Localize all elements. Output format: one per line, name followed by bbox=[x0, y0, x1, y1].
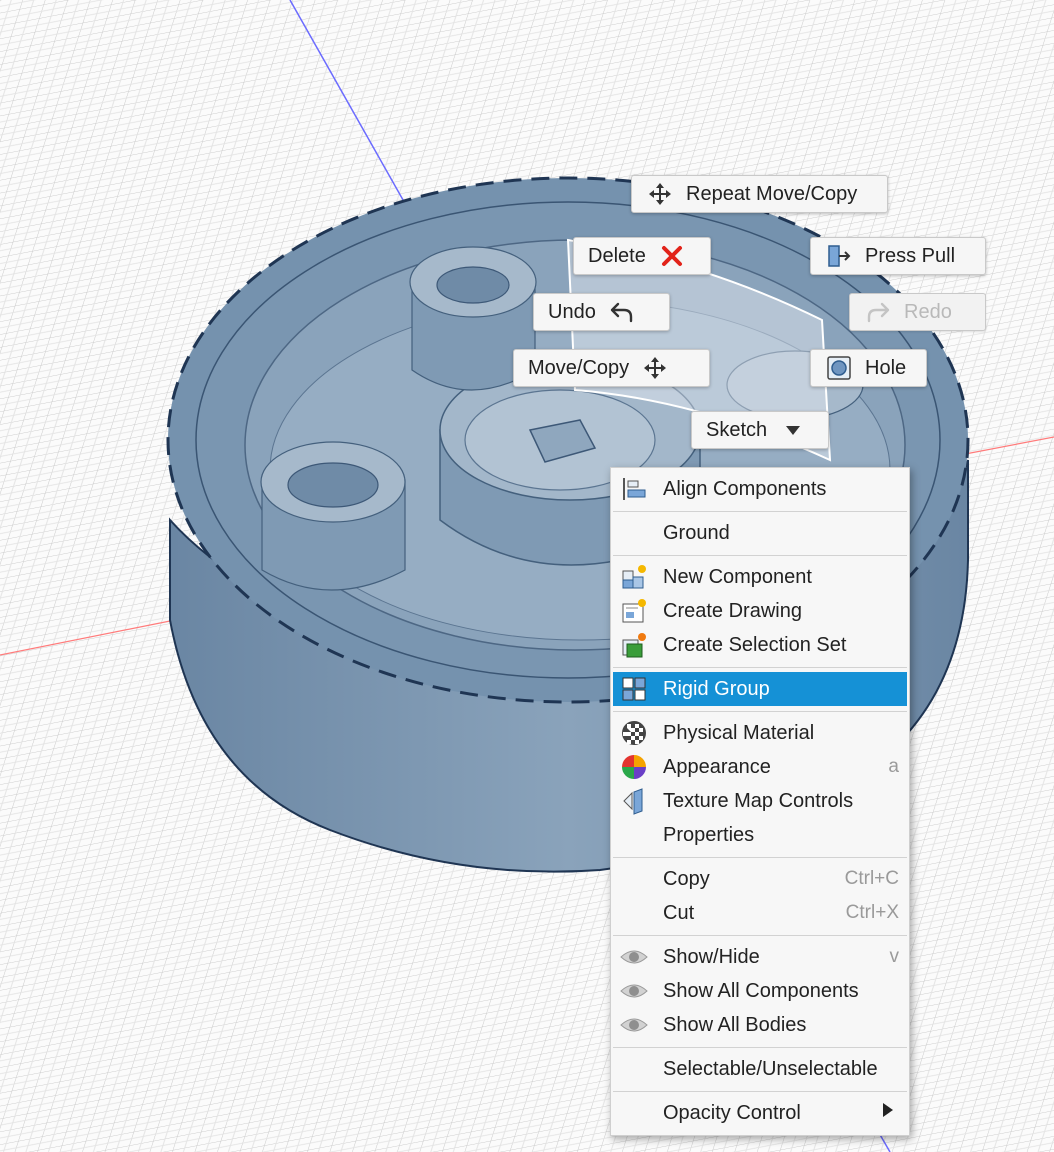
menu-separator bbox=[613, 1091, 907, 1092]
post-left-hole bbox=[287, 462, 379, 508]
menu-item-show-hide[interactable]: Show/Hide v bbox=[613, 940, 907, 974]
caret-down-icon bbox=[779, 416, 807, 444]
menu-separator bbox=[613, 1047, 907, 1048]
menu-item-appearance[interactable]: Appearance a bbox=[613, 750, 907, 784]
hole-label: Hole bbox=[865, 356, 907, 379]
redo-label: Redo bbox=[904, 300, 952, 323]
menu-item-rigid-group[interactable]: Rigid Group bbox=[613, 672, 907, 706]
menu-item-texture-map-controls[interactable]: Texture Map Controls bbox=[613, 784, 907, 818]
move-icon bbox=[641, 354, 669, 382]
rigid-group-icon bbox=[619, 675, 649, 703]
eye-icon bbox=[619, 943, 649, 971]
align-components-icon bbox=[619, 475, 649, 503]
delete-x-icon bbox=[658, 242, 686, 270]
menu-separator bbox=[613, 511, 907, 512]
press-pull-icon bbox=[825, 242, 853, 270]
delete-button[interactable]: Delete bbox=[573, 237, 711, 275]
menu-item-properties[interactable]: Properties bbox=[613, 818, 907, 852]
menu-item-selectable-unselectable[interactable]: Selectable/Unselectable bbox=[613, 1052, 907, 1086]
menu-item-create-selection-set[interactable]: Create Selection Set bbox=[613, 628, 907, 662]
menu-separator bbox=[613, 857, 907, 858]
menu-item-physical-material[interactable]: Physical Material bbox=[613, 716, 907, 750]
menu-item-create-drawing[interactable]: Create Drawing bbox=[613, 594, 907, 628]
eye-icon bbox=[619, 1011, 649, 1039]
move-icon bbox=[646, 180, 674, 208]
move-copy-button[interactable]: Move/Copy bbox=[513, 349, 710, 387]
press-pull-label: Press Pull bbox=[865, 244, 956, 267]
menu-item-align-components[interactable]: Align Components bbox=[613, 472, 907, 506]
undo-label: Undo bbox=[548, 300, 596, 323]
redo-button[interactable]: Redo bbox=[849, 293, 986, 331]
press-pull-button[interactable]: Press Pull bbox=[810, 237, 986, 275]
sketch-label: Sketch bbox=[706, 418, 768, 441]
menu-item-cut[interactable]: Cut Ctrl+X bbox=[613, 896, 907, 930]
undo-arrow-icon bbox=[608, 298, 636, 326]
texture-map-icon bbox=[619, 787, 649, 815]
menu-item-new-component[interactable]: New Component bbox=[613, 560, 907, 594]
menu-item-show-all-bodies[interactable]: Show All Bodies bbox=[613, 1008, 907, 1042]
selection-set-icon bbox=[619, 631, 649, 659]
menu-item-show-all-components[interactable]: Show All Components bbox=[613, 974, 907, 1008]
hole-button[interactable]: Hole bbox=[810, 349, 927, 387]
submenu-arrow-icon bbox=[881, 1102, 895, 1124]
physical-material-icon bbox=[619, 719, 649, 747]
hole-icon bbox=[825, 354, 853, 382]
menu-separator bbox=[613, 711, 907, 712]
post-top-hole bbox=[436, 266, 510, 304]
new-component-icon bbox=[619, 563, 649, 591]
appearance-icon bbox=[619, 753, 649, 781]
context-menu: Align Components Ground New Component Cr… bbox=[610, 467, 910, 1136]
redo-arrow-icon bbox=[864, 298, 892, 326]
delete-label: Delete bbox=[588, 244, 646, 267]
menu-separator bbox=[613, 555, 907, 556]
move-copy-label: Move/Copy bbox=[528, 356, 630, 379]
menu-item-copy[interactable]: Copy Ctrl+C bbox=[613, 862, 907, 896]
menu-separator bbox=[613, 667, 907, 668]
repeat-move-copy-label: Repeat Move/Copy bbox=[686, 182, 858, 205]
undo-button[interactable]: Undo bbox=[533, 293, 670, 331]
menu-separator bbox=[613, 935, 907, 936]
sketch-dropdown-button[interactable]: Sketch bbox=[691, 411, 829, 449]
create-drawing-icon bbox=[619, 597, 649, 625]
repeat-move-copy-button[interactable]: Repeat Move/Copy bbox=[631, 175, 888, 213]
eye-icon bbox=[619, 977, 649, 1005]
menu-item-ground[interactable]: Ground bbox=[613, 516, 907, 550]
menu-item-opacity-control[interactable]: Opacity Control bbox=[613, 1096, 907, 1130]
